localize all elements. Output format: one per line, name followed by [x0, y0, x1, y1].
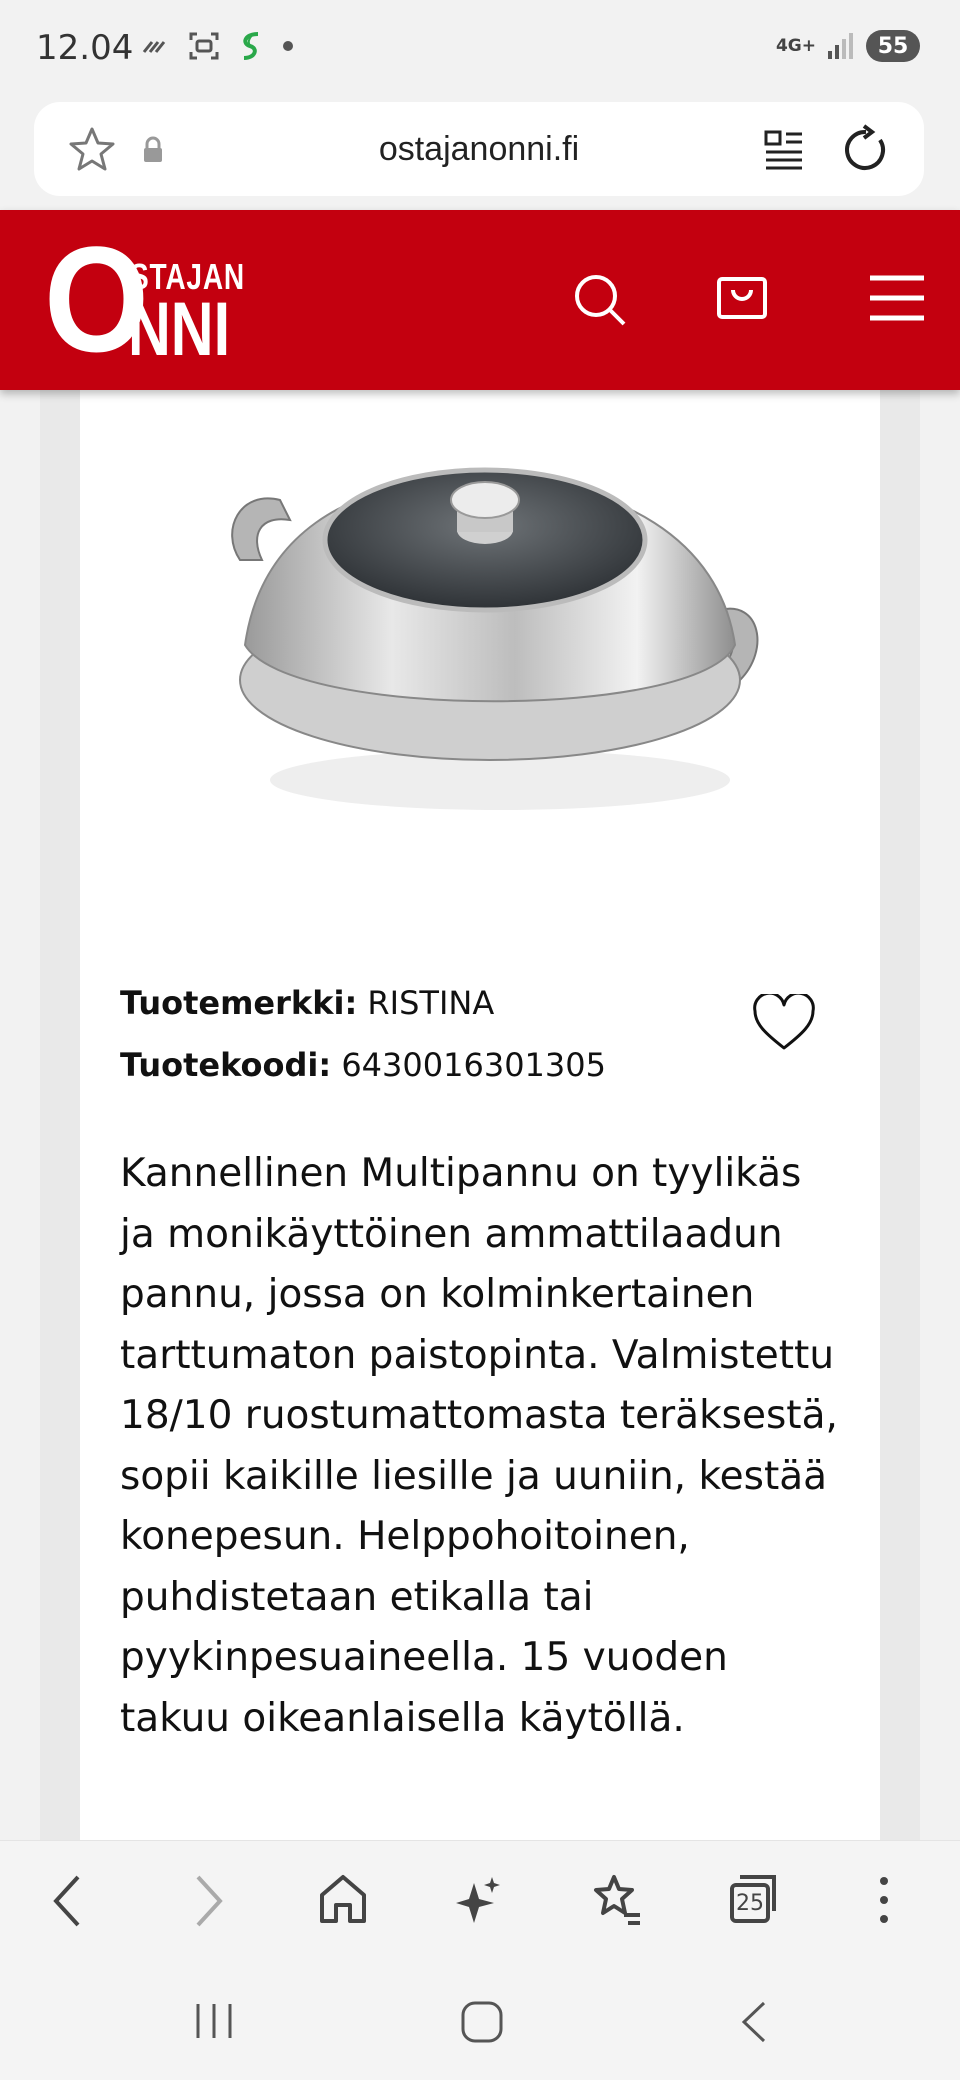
code-row: Tuotekoodi: 6430016301305 [120, 1034, 606, 1096]
product-description: Kannellinen Multipannu on tyylikäs ja mo… [120, 1151, 838, 1741]
forward-icon[interactable] [188, 1873, 228, 1929]
status-left-icons [140, 30, 294, 62]
product-meta: Tuotemerkki: RISTINA Tuotekoodi: 6430016… [120, 972, 606, 1096]
data-saver-icon [142, 41, 166, 53]
system-back-icon[interactable] [738, 2000, 768, 2044]
screenshot-icon [189, 32, 219, 60]
notification-dot-icon [283, 41, 293, 51]
home-button-icon[interactable] [460, 2000, 504, 2044]
site-logo[interactable]: O STAJAN NNI [44, 215, 244, 383]
search-icon[interactable] [572, 272, 628, 328]
brand-value: RISTINA [367, 984, 495, 1022]
site-header: O STAJAN NNI [0, 210, 960, 390]
recent-apps-icon[interactable] [194, 2000, 236, 2042]
brand-label: Tuotemerkki: [120, 984, 358, 1022]
ai-sparkle-icon[interactable] [454, 1873, 504, 1927]
code-label: Tuotekoodi: [120, 1046, 332, 1084]
bookmarks-icon[interactable] [590, 1873, 642, 1927]
status-time: 12.04 [36, 28, 134, 68]
cart-icon[interactable] [716, 276, 768, 320]
home-icon[interactable] [318, 1873, 368, 1927]
s-app-icon [243, 32, 259, 60]
reader-mode-icon[interactable] [764, 128, 804, 172]
code-value: 6430016301305 [341, 1046, 606, 1084]
logo-letter-o: O [44, 215, 150, 383]
signal-icon [828, 33, 853, 59]
back-icon[interactable] [48, 1873, 88, 1929]
menu-icon[interactable] [868, 274, 926, 322]
reload-icon[interactable] [842, 124, 890, 174]
status-bar: 12.04 4G+ 55 [0, 0, 960, 100]
system-navigation-bar [0, 1960, 960, 2080]
status-right-icons: 4G+ 55 [776, 30, 920, 62]
more-options-icon[interactable] [876, 1873, 892, 1927]
logo-nni: NNI [128, 287, 231, 372]
battery-level: 55 [866, 30, 920, 62]
tab-count: 25 [736, 1891, 764, 1916]
heart-icon[interactable] [752, 994, 816, 1052]
network-type: 4G+ [775, 35, 816, 56]
tabs-button[interactable]: 25 [728, 1873, 778, 1927]
address-bar[interactable]: ostajanonni.fi [34, 102, 924, 196]
brand-row: Tuotemerkki: RISTINA [120, 972, 606, 1034]
browser-toolbar: 25 [0, 1840, 960, 1961]
product-image [231, 467, 759, 810]
